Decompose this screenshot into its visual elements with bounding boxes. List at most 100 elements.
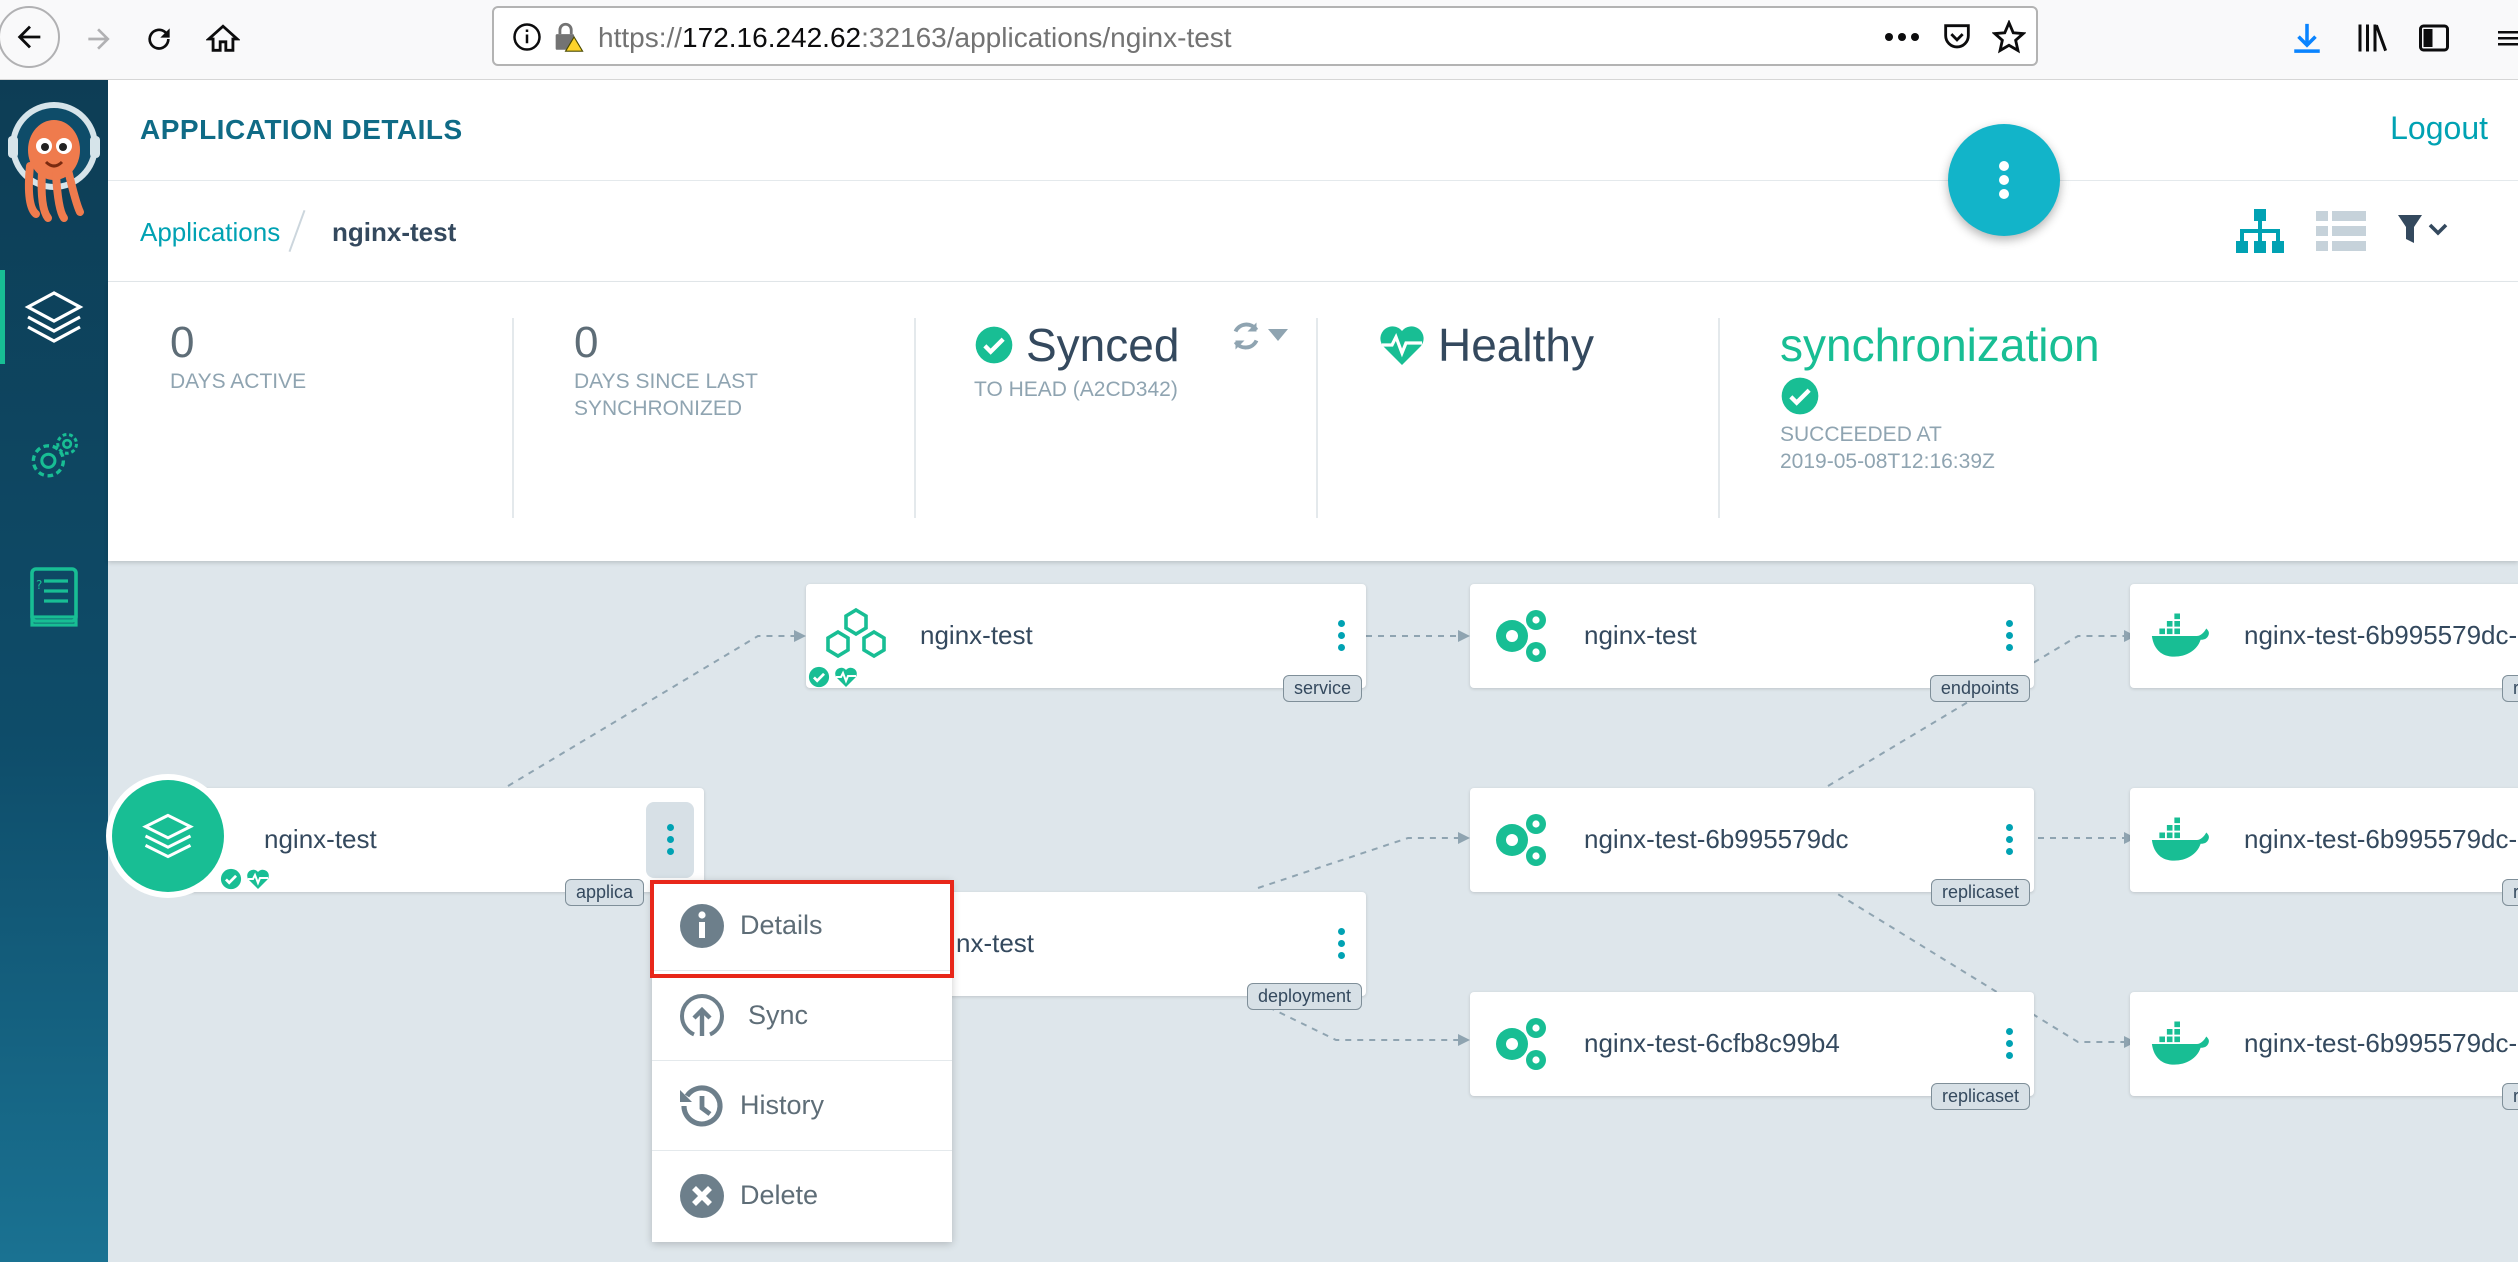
menu-item-delete[interactable]: Delete <box>652 1150 952 1240</box>
replicaset-node-2-menu-icon[interactable] <box>2004 1028 2014 1064</box>
operation-time: 2019-05-08T12:16:39Z <box>1780 450 1995 473</box>
page-title: APPLICATION DETAILS <box>140 114 463 145</box>
pocket-icon[interactable] <box>1940 20 1974 54</box>
endpoints-node-label: nginx-test <box>1584 620 1697 650</box>
url-bar[interactable]: https://172.16.242.62:32163/applications… <box>492 6 2038 66</box>
logout-link[interactable]: Logout <box>2390 110 2488 147</box>
operation-label: SUCCEEDED AT <box>1780 423 1942 446</box>
breadcrumb-applications-link[interactable]: Applications <box>140 217 280 248</box>
menu-item-sync-label: Sync <box>748 1000 809 1030</box>
pod-node-2-label: nginx-test-6b995579dc-p <box>2244 824 2518 854</box>
reload-icon <box>148 28 170 50</box>
vertical-dots-icon <box>1999 161 2009 199</box>
sidebar-toggle-icon[interactable] <box>2416 20 2452 56</box>
home-icon <box>206 24 240 52</box>
replicaset-node-2[interactable]: nginx-test-6cfb8c99b4 replicaset <box>1470 992 2034 1110</box>
browser-toolbar: https://172.16.242.62:32163/applications… <box>0 0 2518 80</box>
pod-node-1[interactable]: nginx-test-6b995579dc- ru <box>2130 584 2518 702</box>
days-since-sync-label: DAYS SINCE LAST SYNCHRONIZED <box>574 370 758 420</box>
pod-node-2-kind-tag: ru <box>2501 879 2518 906</box>
top-header: APPLICATION DETAILS Logout <box>108 80 2518 181</box>
menu-item-sync[interactable]: Sync <box>652 970 952 1061</box>
app-actions-fab[interactable] <box>1948 124 2060 236</box>
days-active-stat: 0 DAYS ACTIVE <box>170 318 306 518</box>
service-node[interactable]: nginx-test service <box>806 584 1366 702</box>
history-icon <box>680 1085 723 1127</box>
deployment-node-kind-tag: deployment <box>1246 983 1362 1010</box>
service-node-label: nginx-test <box>920 620 1033 650</box>
docker-icon <box>2151 613 2209 657</box>
heart-pulse-icon <box>1380 326 1424 365</box>
layers-icon <box>142 813 194 859</box>
argo-logo[interactable] <box>6 96 102 226</box>
caret-down-icon <box>1268 329 1288 341</box>
breadcrumb-separator <box>288 209 306 253</box>
endpoints-node-menu-icon[interactable] <box>2004 620 2014 656</box>
sync-status-stat: Synced TO HEAD (A2CD342) <box>974 318 1304 518</box>
check-circle-icon <box>808 666 830 688</box>
back-arrow-icon <box>17 25 41 49</box>
sync-status-text: Synced <box>1026 319 1180 371</box>
replicaset-node-1-kind-tag: replicaset <box>1930 879 2030 906</box>
svg-text:?: ? <box>36 578 42 592</box>
download-icon[interactable] <box>2290 20 2324 56</box>
back-button[interactable] <box>0 6 60 68</box>
tree-view-icon[interactable] <box>2234 207 2286 257</box>
bookmark-star-icon[interactable] <box>1992 20 2026 54</box>
replicaset-node-1[interactable]: nginx-test-6b995579dc replicaset <box>1470 788 2034 906</box>
docker-icon <box>2151 1021 2209 1065</box>
menu-item-delete-label: Delete <box>740 1180 819 1210</box>
deployment-node-menu-icon[interactable] <box>1336 928 1346 964</box>
service-node-menu-icon[interactable] <box>1336 620 1346 656</box>
days-active-label: DAYS ACTIVE <box>170 370 307 393</box>
days-active-value: 0 <box>170 318 195 367</box>
service-icon <box>826 607 886 659</box>
sync-refresh-button[interactable] <box>1228 318 1288 354</box>
check-circle-icon <box>975 326 1013 364</box>
endpoints-node-kind-tag: endpoints <box>1929 675 2030 702</box>
layers-icon <box>24 291 84 343</box>
breadcrumb: Applications nginx-test <box>108 181 2518 282</box>
gears-icon <box>1496 610 1546 662</box>
refresh-icon <box>1233 322 1259 350</box>
sidebar-item-user-info[interactable]: ? <box>0 542 108 652</box>
pod-node-3[interactable]: nginx-test-6b995579dc- ru <box>2130 992 2518 1110</box>
replicaset-node-1-menu-icon[interactable] <box>2004 824 2014 860</box>
health-status-stat: Healthy <box>1378 318 1594 518</box>
sync-target-label: TO HEAD (A2CD342) <box>974 378 1178 401</box>
check-circle-icon <box>1781 377 1819 415</box>
replicaset-node-2-label: nginx-test-6cfb8c99b4 <box>1584 1028 1840 1058</box>
more-actions-icon[interactable] <box>1884 32 1920 42</box>
sync-icon <box>679 994 725 1037</box>
endpoints-node[interactable]: nginx-test endpoints <box>1470 584 2034 702</box>
app-node-kind-tag: applica <box>564 879 644 906</box>
forward-arrow-icon <box>88 28 110 50</box>
sidebar-item-applications[interactable] <box>0 262 108 372</box>
service-node-kind-tag: service <box>1282 675 1362 702</box>
info-icon <box>513 23 541 51</box>
url-text: https://172.16.242.62:32163/applications… <box>598 22 1232 53</box>
resource-tree: nginx-test applica nginx-test service nx… <box>106 562 2518 1262</box>
pod-node-2[interactable]: nginx-test-6b995579dc-p ru <box>2130 788 2518 906</box>
last-operation-stat: synchronization SUCCEEDED AT 2019-05-08T… <box>1780 318 2100 518</box>
app-node-menu-button[interactable] <box>646 802 694 878</box>
delete-icon <box>680 1174 724 1218</box>
replicaset-node-2-kind-tag: replicaset <box>1930 1083 2030 1110</box>
days-since-sync-stat: 0 DAYS SINCE LAST SYNCHRONIZED <box>574 318 758 518</box>
menu-item-history-label: History <box>740 1090 825 1120</box>
menu-icon[interactable] <box>2494 20 2518 56</box>
filter-icon[interactable] <box>2398 215 2450 247</box>
home-button[interactable] <box>194 10 252 68</box>
reload-button[interactable] <box>130 10 188 68</box>
app-sidebar: ? <box>0 80 108 1262</box>
list-view-icon[interactable] <box>2316 211 2366 251</box>
menu-item-history[interactable]: History <box>652 1060 952 1151</box>
forward-button[interactable] <box>70 10 128 68</box>
app-node-icon <box>112 780 224 892</box>
docker-icon <box>2151 817 2209 861</box>
pod-node-1-label: nginx-test-6b995579dc- <box>2244 620 2518 650</box>
kebab-icon <box>665 824 675 860</box>
sidebar-item-settings[interactable] <box>0 402 108 512</box>
library-icon[interactable] <box>2354 20 2390 56</box>
deployment-node-label: nx-test <box>956 928 1035 958</box>
